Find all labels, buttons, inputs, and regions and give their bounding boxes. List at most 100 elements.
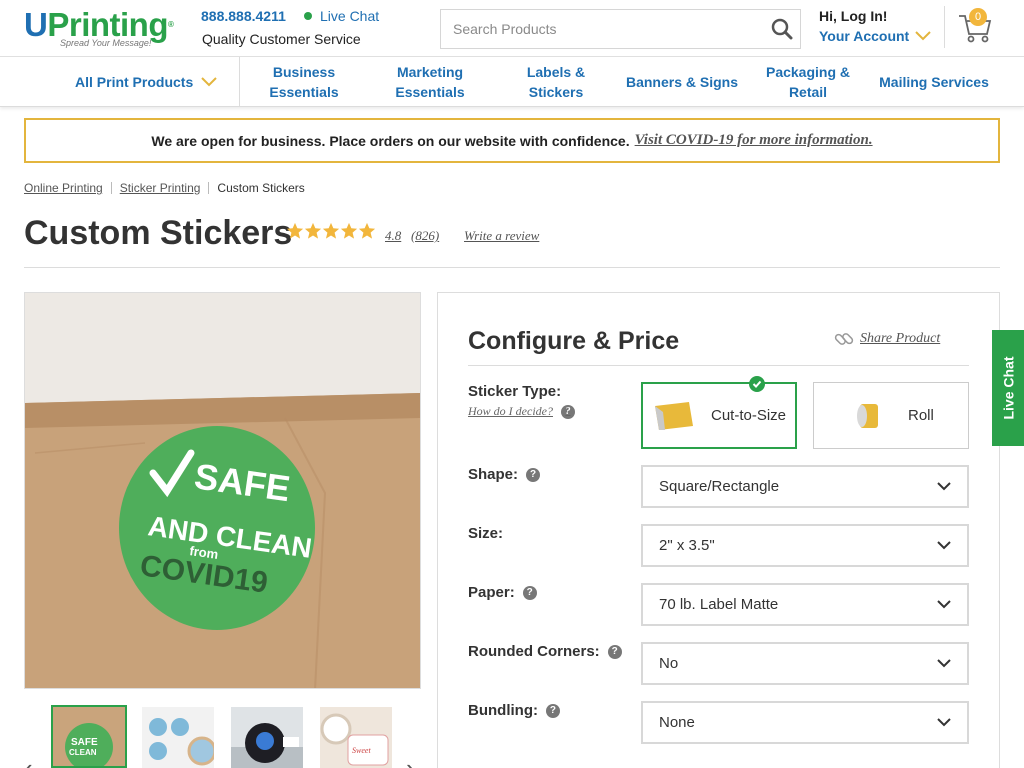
size-label: Size:: [468, 525, 504, 542]
cut-to-size-label: Cut-to-Size: [711, 407, 787, 424]
phone-link[interactable]: 888.888.4211: [201, 8, 286, 24]
sticker-type-roll[interactable]: Roll: [813, 382, 969, 449]
nav-mailing-services[interactable]: Mailing Services: [874, 57, 994, 107]
share-product-label: Share Product: [860, 331, 941, 346]
thumbnail-3[interactable]: [231, 707, 303, 768]
sticker-type-cut-to-size[interactable]: Cut-to-Size: [641, 376, 797, 449]
how-decide-label: How do I decide?: [468, 404, 553, 418]
star-icon: [322, 222, 340, 239]
bundling-value: None: [659, 714, 695, 731]
breadcrumb-separator: [110, 182, 112, 194]
size-select[interactable]: 2" x 3.5": [641, 524, 969, 567]
rating-value[interactable]: 4.8: [385, 228, 401, 244]
live-chat-tab-label: Live Chat: [1000, 356, 1017, 420]
online-status-icon: [304, 12, 312, 20]
main-nav: All Print Products Business Essentials M…: [0, 57, 1024, 107]
size-value: 2" x 3.5": [659, 537, 715, 554]
configure-title: Configure & Price: [468, 327, 680, 355]
svg-text:CLEAN: CLEAN: [69, 748, 97, 757]
thumbnail-1[interactable]: SAFE CLEAN: [51, 705, 127, 768]
shape-value: Square/Rectangle: [659, 478, 780, 495]
live-chat-link[interactable]: Live Chat: [304, 8, 379, 24]
covid-info-link[interactable]: Visit COVID-19 for more information.: [635, 132, 873, 149]
star-icon: [304, 222, 322, 239]
bundling-select[interactable]: None: [641, 701, 969, 744]
shape-select[interactable]: Square/Rectangle: [641, 465, 969, 508]
bundling-label: Bundling:: [468, 702, 538, 719]
paper-row-label: Paper: ?: [468, 584, 537, 601]
chevron-down-icon: [937, 659, 951, 668]
svg-text:SAFE: SAFE: [71, 737, 98, 748]
selected-check-icon: [749, 376, 765, 392]
breadcrumb-sticker-printing[interactable]: Sticker Printing: [120, 181, 201, 195]
thumbnail-prev-arrow[interactable]: ‹: [24, 753, 33, 768]
roll-label: Roll: [908, 407, 934, 424]
search-input[interactable]: [441, 10, 764, 48]
help-icon[interactable]: ?: [607, 644, 622, 659]
nav-banners-signs[interactable]: Banners & Signs: [624, 57, 740, 107]
rounded-corners-select[interactable]: No: [641, 642, 969, 685]
covid-banner: We are open for business. Place orders o…: [24, 118, 1000, 163]
help-icon[interactable]: ?: [545, 703, 560, 718]
account-label: Your Account: [819, 28, 910, 44]
logo-u: U: [24, 6, 48, 43]
product-main-image[interactable]: SAFE AND CLEAN from COVID19: [24, 292, 421, 689]
rounded-corners-label: Rounded Corners:: [468, 643, 600, 660]
help-icon[interactable]: ?: [522, 585, 537, 600]
star-icon: [340, 222, 358, 239]
breadcrumb-online-printing[interactable]: Online Printing: [24, 181, 103, 195]
shape-label: Shape:: [468, 466, 519, 483]
logo-registered: ®: [168, 20, 174, 29]
nav-all-print-products[interactable]: All Print Products: [75, 57, 240, 107]
nav-marketing-essentials[interactable]: Marketing Essentials: [384, 57, 476, 107]
nav-all-label: All Print Products: [75, 74, 194, 90]
customer-service-text: Quality Customer Service: [202, 31, 361, 47]
rating-stars: [286, 222, 376, 240]
cart-count-badge: 0: [969, 8, 987, 26]
paper-label: Paper:: [468, 584, 515, 601]
page-title: Custom Stickers: [24, 214, 293, 252]
live-chat-tab[interactable]: Live Chat: [992, 330, 1024, 446]
link-icon: [834, 333, 854, 345]
review-count[interactable]: (826): [411, 228, 439, 244]
write-review-link[interactable]: Write a review: [464, 228, 539, 244]
chevron-down-icon: [201, 77, 217, 87]
nav-labels-stickers[interactable]: Labels & Stickers: [516, 57, 596, 107]
search-icon[interactable]: [764, 10, 800, 48]
paper-select[interactable]: 70 lb. Label Matte: [641, 583, 969, 626]
how-decide-link[interactable]: How do I decide? ?: [468, 404, 575, 419]
paper-value: 70 lb. Label Matte: [659, 596, 779, 613]
help-icon[interactable]: ?: [560, 404, 575, 419]
banner-text: We are open for business. Place orders o…: [151, 132, 630, 149]
breadcrumb: Online Printing Sticker Printing Custom …: [24, 181, 305, 195]
nav-business-essentials[interactable]: Business Essentials: [258, 57, 350, 107]
share-product-link[interactable]: Share Product: [834, 329, 940, 349]
thumbnail-4[interactable]: Sweet: [320, 707, 392, 768]
star-icon: [286, 222, 304, 239]
shape-row-label: Shape: ?: [468, 466, 541, 483]
chevron-down-icon: [937, 600, 951, 609]
thumbnail-2[interactable]: [142, 707, 214, 768]
site-header: UPrinting® Spread Your Message! 888.888.…: [0, 0, 1024, 57]
thumbnail-next-arrow[interactable]: ›: [406, 753, 415, 768]
login-link[interactable]: Hi, Log In!: [819, 8, 887, 24]
nav-packaging-retail[interactable]: Packaging & Retail: [760, 57, 856, 107]
bundling-row-label: Bundling: ?: [468, 702, 560, 719]
search-box: [440, 9, 801, 49]
size-row-label: Size:: [468, 525, 503, 542]
breadcrumb-current: Custom Stickers: [217, 181, 305, 195]
uprinting-logo[interactable]: UPrinting® Spread Your Message!: [24, 8, 189, 50]
help-icon[interactable]: ?: [526, 467, 541, 482]
configure-price-panel: Configure & Price Share Product Sticker …: [437, 292, 1000, 768]
header-divider: [944, 6, 945, 48]
cart-button[interactable]: 0: [957, 8, 993, 44]
roll-icon: [857, 403, 878, 428]
chevron-down-icon: [915, 31, 931, 41]
rounded-corners-value: No: [659, 655, 679, 672]
sticker-type-label: Sticker Type:: [468, 383, 562, 400]
chevron-down-icon: [937, 541, 951, 550]
account-menu[interactable]: Your Account: [819, 28, 931, 44]
star-icon: [358, 222, 376, 239]
chevron-down-icon: [937, 482, 951, 491]
chevron-down-icon: [937, 718, 951, 727]
